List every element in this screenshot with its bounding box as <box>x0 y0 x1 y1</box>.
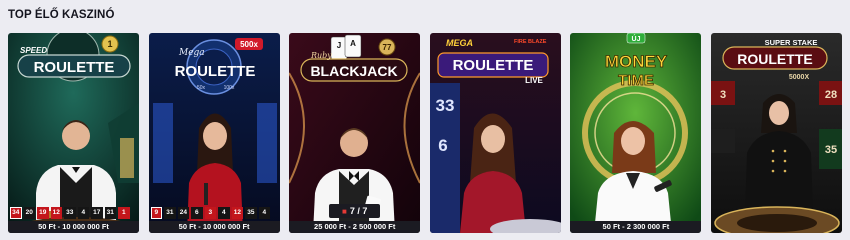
section-title: TOP ÉLŐ KASZINÓ <box>8 9 115 21</box>
result-number: 6 <box>191 207 203 219</box>
game-carousel: 1 SPEED ROULETTE 34 20 19 12 33 4 17 31 1 50 Ft … <box>8 33 842 233</box>
recent-results: 34 20 19 12 33 4 17 31 1 <box>10 207 130 219</box>
stake-range: 50 Ft - 2 300 000 Ft <box>570 221 702 233</box>
recent-results: 9 31 24 6 3 4 12 35 4 <box>150 207 271 219</box>
speed-roulette-artwork: 1 SPEED ROULETTE <box>8 33 139 233</box>
game-card-ruby-blackjack[interactable]: J A 77 Ruby BLACKJACK ■ 7 / 7 25 000 Ft -… <box>289 33 421 233</box>
new-tag: ÚJ <box>632 34 641 43</box>
result-number: 3 <box>204 207 217 219</box>
ruby-blackjack-logo-line2: BLACKJACK <box>311 63 398 79</box>
backdrop-number-b: 28 <box>825 89 837 101</box>
money-time-logo-line2: TIME <box>618 72 654 89</box>
result-number: 31 <box>104 207 116 219</box>
seat-availability: ■ 7 / 7 <box>329 204 381 218</box>
result-number: 4 <box>258 207 271 219</box>
money-time-logo-line1: MONEY <box>605 52 668 71</box>
backdrop-number-a: 33 <box>435 96 454 115</box>
result-number: 17 <box>91 207 103 219</box>
super-stake-logo-line1: SUPER STAKE <box>765 38 818 47</box>
super-stake-logo-line3: 5000X <box>789 74 810 81</box>
super-stake-roulette-artwork: 3 28 35 SUPER STAKE ROULETTE 5000X <box>711 33 842 233</box>
result-number: 20 <box>23 207 35 219</box>
mega-roulette-logo-line1: Mega <box>178 48 205 58</box>
stake-range: 25 000 Ft - 2 500 000 Ft <box>289 221 421 233</box>
ruby-blackjack-artwork: J A 77 Ruby BLACKJACK <box>289 33 421 233</box>
result-number: 4 <box>77 207 89 219</box>
mega-fire-blaze-logo-line1b: FIRE BLAZE <box>514 39 547 45</box>
result-number: 19 <box>37 207 49 219</box>
game-card-mega-roulette[interactable]: 500x Mega ROULETTE 50x 100x 9 31 24 6 3 4 12 35… <box>148 33 280 233</box>
mega-roulette-logo-line2: ROULETTE <box>174 63 255 80</box>
svg-text:J: J <box>337 41 341 50</box>
backdrop-number-a: 3 <box>720 89 726 101</box>
mega-fire-blaze-roulette-artwork: 33 6 MEGA FIRE BLAZE ROULETTE LIVE <box>429 33 561 233</box>
stake-range: 50 Ft - 10 000 000 Ft <box>148 221 280 233</box>
seats-count: 7 / 7 <box>349 206 368 216</box>
result-number: 24 <box>177 207 190 219</box>
svg-text:A: A <box>350 39 356 48</box>
game-card-speed-roulette[interactable]: 1 SPEED ROULETTE 34 20 19 12 33 4 17 31 1 50 Ft … <box>8 33 139 233</box>
mega-fire-blaze-logo-line1: MEGA <box>446 38 473 48</box>
result-number: 12 <box>50 207 62 219</box>
result-number: 34 <box>10 207 22 219</box>
result-number: 9 <box>150 207 163 219</box>
stake-range: 50 Ft - 10 000 000 Ft <box>8 221 139 233</box>
result-number: 31 <box>164 207 176 219</box>
game-card-mega-fire-blaze-roulette[interactable]: 33 6 MEGA FIRE BLAZE ROULETTE LIVE <box>429 33 561 233</box>
mega-fire-blaze-logo-line3: LIVE <box>525 76 543 85</box>
money-time-artwork: ÚJ MONEY TIME <box>570 33 702 233</box>
result-number: 4 <box>218 207 230 219</box>
seats-icon: ■ <box>342 207 347 216</box>
result-number: 1 <box>118 207 130 219</box>
mega-roulette-wheel-label-a: 50x <box>197 85 206 91</box>
speed-roulette-logo-line1: SPEED <box>20 46 47 55</box>
mega-roulette-artwork: 500x Mega ROULETTE 50x 100x <box>148 33 280 233</box>
mega-roulette-badge: 500x <box>240 40 258 49</box>
game-card-money-time[interactable]: ÚJ MONEY TIME 50 Ft - 2 300 000 Ft <box>570 33 702 233</box>
backdrop-number-b: 6 <box>438 136 447 155</box>
mega-roulette-wheel-label-b: 100x <box>223 85 234 91</box>
ruby-blackjack-logo-line1: Ruby <box>310 51 332 60</box>
speed-roulette-logo-line2: ROULETTE <box>34 59 115 76</box>
backdrop-number-c: 35 <box>825 144 837 156</box>
result-number: 12 <box>231 207 244 219</box>
game-card-super-stake-roulette[interactable]: 3 28 35 SUPER STAKE ROULETTE 5000X <box>711 33 842 233</box>
ruby-blackjack-badge: 77 <box>383 43 392 52</box>
result-number: 35 <box>245 207 257 219</box>
mega-fire-blaze-logo-line2: ROULETTE <box>452 57 533 74</box>
result-number: 33 <box>64 207 76 219</box>
speed-roulette-badge: 1 <box>107 39 112 49</box>
super-stake-logo-line2: ROULETTE <box>737 51 812 67</box>
